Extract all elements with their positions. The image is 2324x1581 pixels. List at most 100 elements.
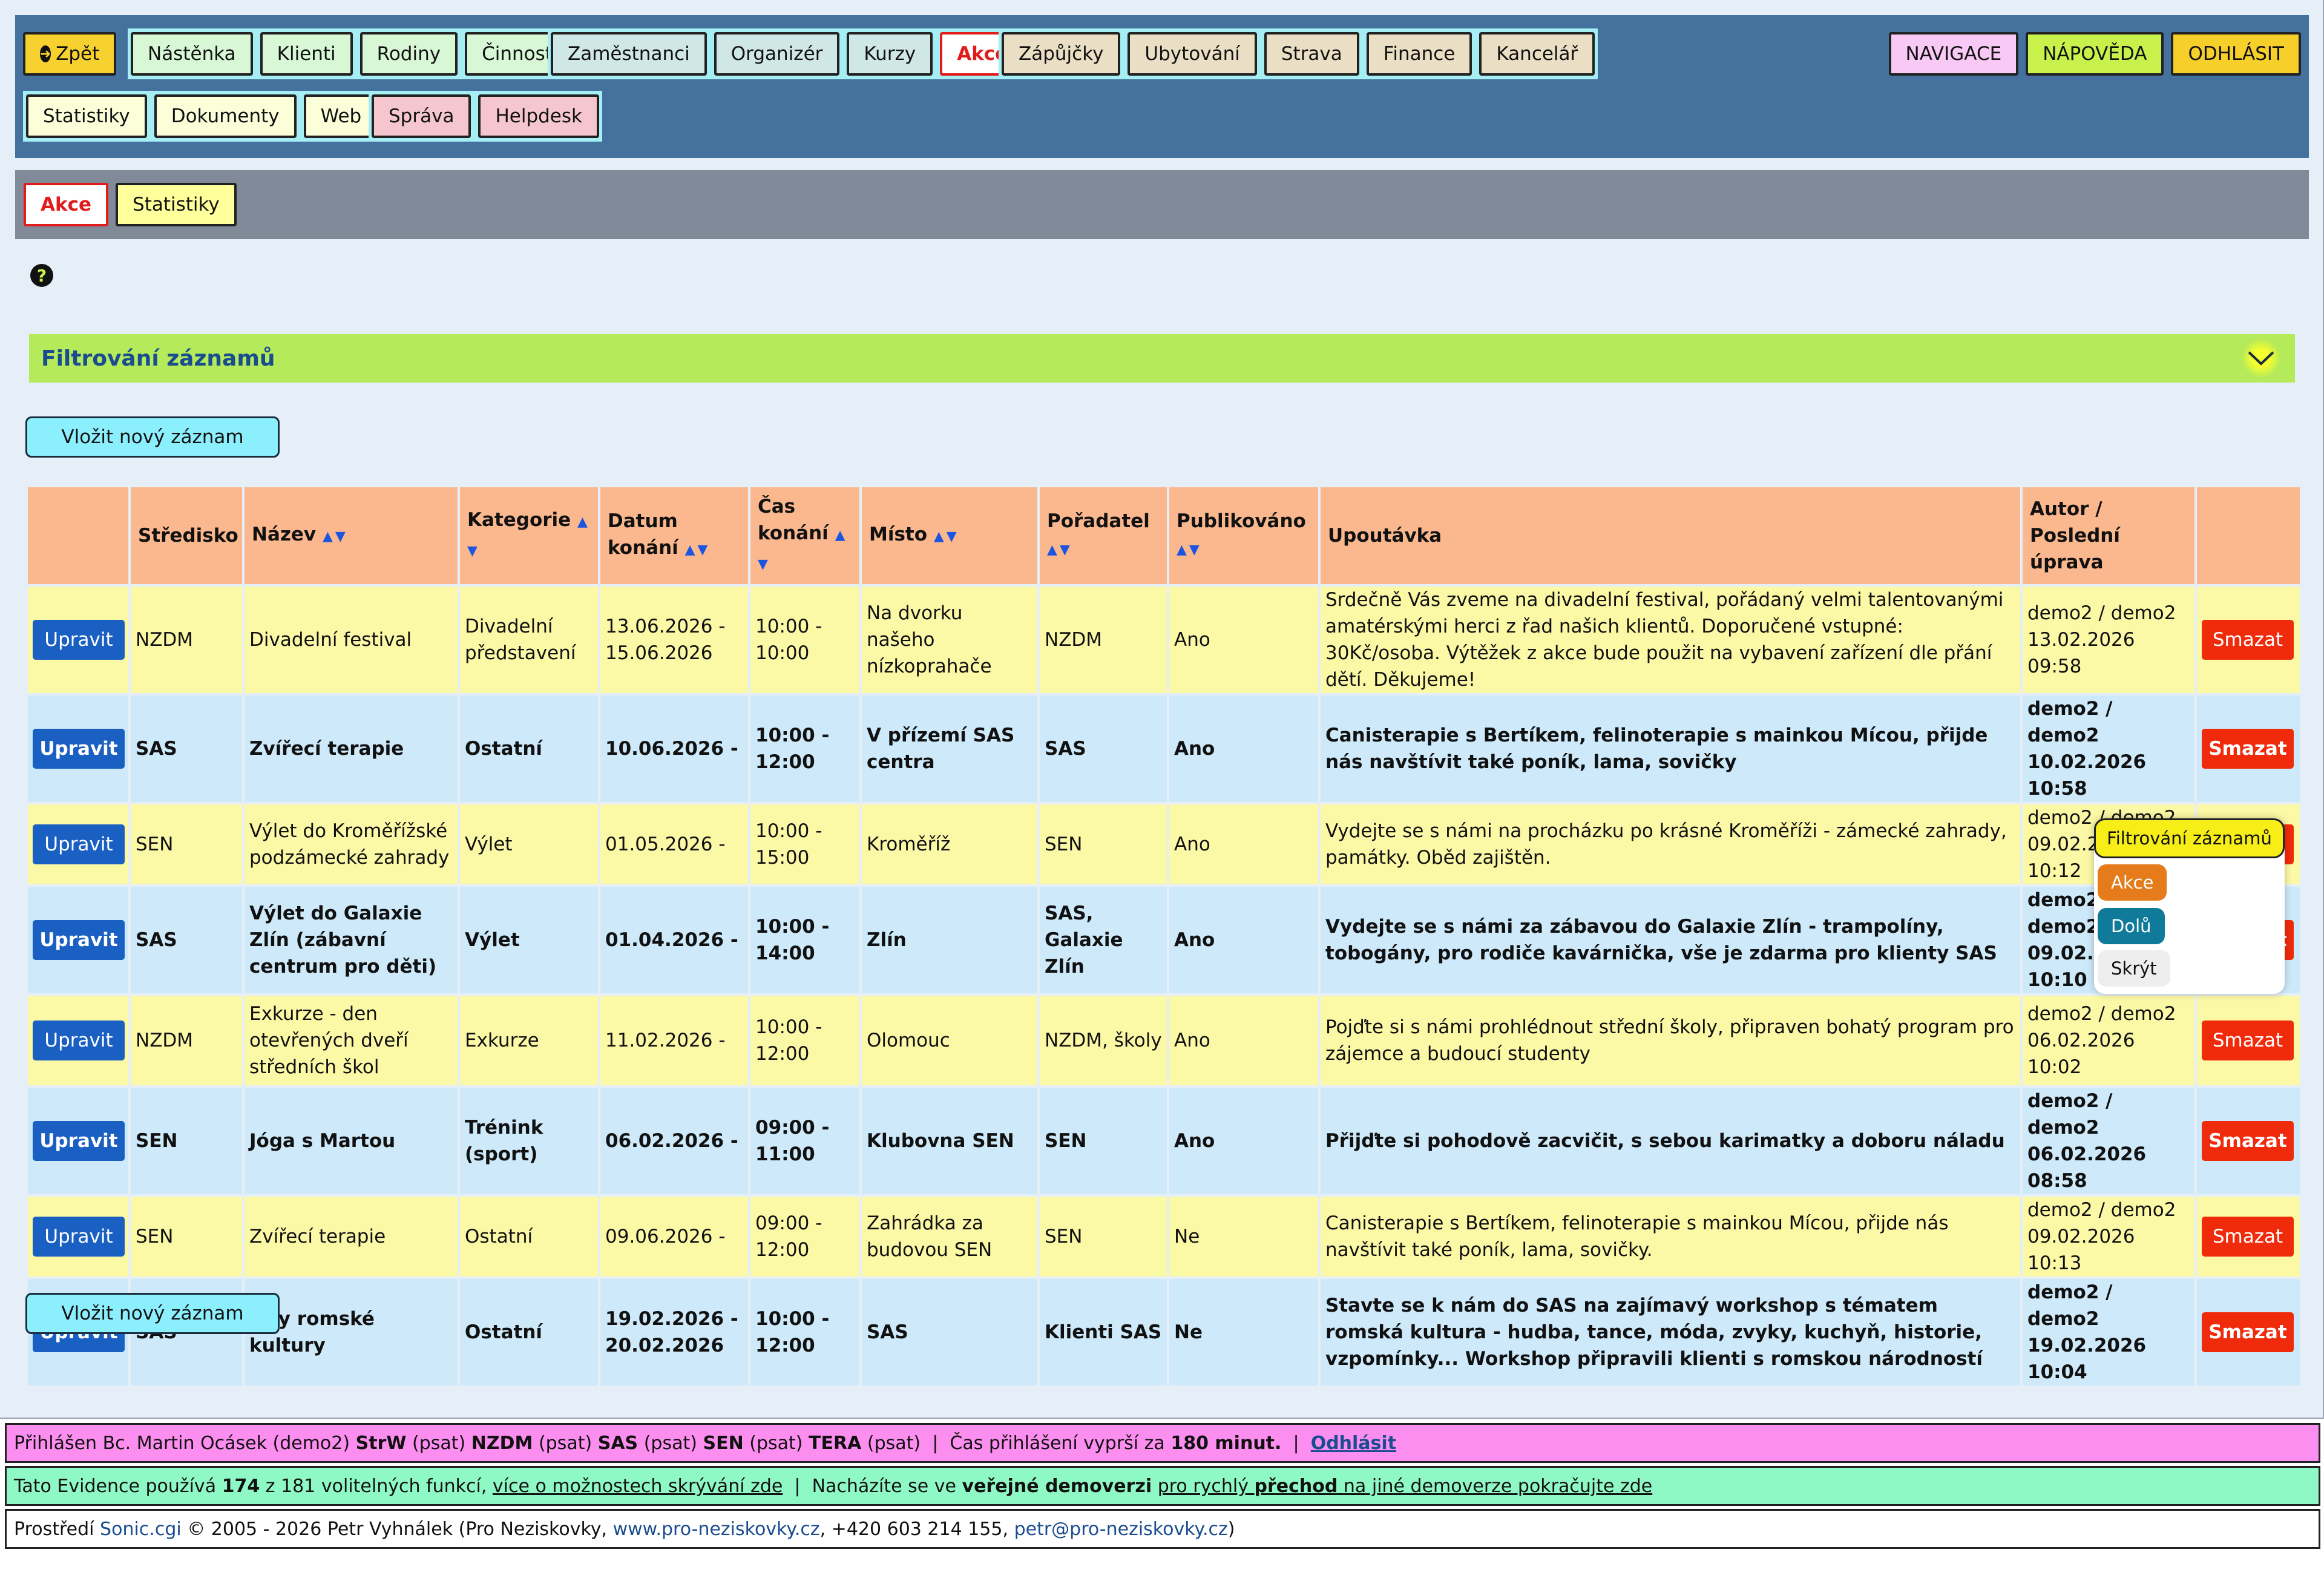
cell-poradatel: NZDM [1040,587,1167,693]
floating-skryt-button[interactable]: Skrýt [2098,950,2170,987]
nav-klienti[interactable]: Klienti [260,32,353,76]
add-record-button-top[interactable]: Vložit nový záznam [25,416,280,458]
subnav-akce[interactable]: Akce [24,183,109,226]
nav-strava[interactable]: Strava [1264,32,1359,76]
header-poradatel: Pořadatel ▲▼ [1040,487,1167,584]
website-link[interactable]: www.pro-neziskovky.cz [613,1519,820,1540]
nav-navigace-button[interactable]: NAVIGACE [1888,32,2019,76]
nav-odhlasit-button[interactable]: ODHLÁSIT [2171,32,2301,76]
nav-kurzy[interactable]: Kurzy [847,32,933,76]
product-link[interactable]: Sonic.cgi [100,1519,182,1540]
subnav-statistiky[interactable]: Statistiky [116,183,237,226]
other-demo-link[interactable]: pro rychlý přechod na jiné demoverze pok… [1158,1476,1653,1497]
role-mode: (psat) [538,1432,592,1454]
cell-cas: 09:00 - 11:00 [750,1088,859,1194]
header-stredisko: Středisko [131,487,242,584]
cell-edit: Upravit [28,695,128,802]
cell-poradatel: SAS [1040,695,1167,802]
nav-organizer[interactable]: Organizér [714,32,840,76]
add-record-button-bottom[interactable]: Vložit nový záznam [25,1293,280,1334]
cell-misto: Olomouc [862,996,1037,1085]
edit-button[interactable]: Upravit [33,620,125,660]
cell-stredisko: SAS [131,887,242,993]
nav-statistiky[interactable]: Statistiky [26,94,147,138]
edit-button[interactable]: Upravit [33,920,125,960]
nav-web[interactable]: Web [303,94,379,138]
cell-misto: Zlín [862,887,1037,993]
cell-kategorie: Výlet [460,887,598,993]
nav-zamestnanci[interactable]: Zaměstnanci [551,32,707,76]
cell-publikovano: Ano [1169,587,1318,693]
cell-datum: 01.05.2026 - [600,804,748,884]
nav-group-right: NAVIGACE NÁPOVĚDA ODHLÁSIT [1888,28,2301,79]
nav-group-admin: Správa Helpdesk [369,91,602,142]
edit-button[interactable]: Upravit [33,729,125,769]
floating-dolu-button[interactable]: Dolů [2098,908,2165,944]
delete-button[interactable]: Smazat [2202,620,2294,660]
cell-cas: 10:00 - 10:00 [750,587,859,693]
floating-akce-button[interactable]: Akce [2098,864,2167,901]
role-name: NZDM [471,1432,533,1454]
nav-zapujcky[interactable]: Zápůjčky [1002,32,1121,76]
sort-arrows-icon[interactable]: ▲▼ [1047,542,1072,557]
cell-datum: 06.02.2026 - [600,1088,748,1194]
cell-cas: 10:00 - 12:00 [750,695,859,802]
phone-text: , +420 603 214 155, [819,1518,1009,1540]
back-button[interactable]: ➜ Zpět [23,32,116,76]
filter-bar[interactable]: Filtrování záznamů [29,334,2295,383]
cell-cas: 10:00 - 15:00 [750,804,859,884]
header-actions [28,487,128,584]
nav-dokumenty[interactable]: Dokumenty [154,94,297,138]
help-icon[interactable]: ? [30,264,53,287]
nav-sprava[interactable]: Správa [372,94,471,138]
cell-upoutavka: Canisterapie s Bertíkem, felinoterapie s… [1321,1197,2020,1277]
cell-kategorie: Divadelní představení [460,587,598,693]
cell-datum: 01.04.2026 - [600,887,748,993]
sort-arrows-icon[interactable]: ▲▼ [323,529,348,544]
header-upoutavka: Upoutávka [1321,487,2020,584]
cell-kategorie: Ostatní [460,695,598,802]
cell-cas: 09:00 - 12:00 [750,1197,859,1277]
nav-kancelar[interactable]: Kancelář [1479,32,1595,76]
cell-upoutavka: Přijďte si pohodově zacvičit, s sebou ka… [1321,1088,2020,1194]
floating-filter-button[interactable]: Filtrování záznamů [2094,818,2285,858]
copyright-prefix: Prostředí [14,1518,94,1540]
cell-stredisko: SEN [131,1197,242,1277]
sort-arrows-icon[interactable]: ▲▼ [934,529,959,544]
nav-nastenka[interactable]: Nástěnka [131,32,253,76]
edit-button[interactable]: Upravit [33,1021,125,1060]
sort-arrows-icon[interactable]: ▲▼ [685,542,711,557]
hiding-options-link[interactable]: více o možnostech skrývání zde [493,1476,783,1497]
email-link[interactable]: petr@pro-neziskovky.cz [1014,1519,1228,1540]
delete-button[interactable]: Smazat [2202,729,2294,769]
expiry-text: Čas přihlášení vyprší za [950,1432,1165,1454]
cell-publikovano: Ano [1169,695,1318,802]
nav-rodiny[interactable]: Rodiny [359,32,458,76]
edit-button[interactable]: Upravit [33,1121,125,1161]
cell-edit: Upravit [28,887,128,993]
back-label: Zpět [56,43,100,65]
delete-button[interactable]: Smazat [2202,1312,2294,1352]
demo-label: veřejné demoverzi [962,1475,1152,1497]
nav-finance[interactable]: Finance [1366,32,1472,76]
role-mode: (psat) [643,1432,697,1454]
nav-napoveda-button[interactable]: NÁPOVĚDA [2026,32,2164,76]
sort-arrows-icon[interactable]: ▲▼ [1177,542,1202,557]
login-user: Přihlášen Bc. Martin Ocásek (demo2) [14,1432,350,1454]
copyright-text: © 2005 - 2026 Petr Vyhnálek (Pro Nezisko… [187,1518,608,1540]
nav-ubytovani[interactable]: Ubytování [1128,32,1257,76]
edit-button[interactable]: Upravit [33,824,125,864]
chevron-down-icon[interactable] [2242,339,2280,378]
delete-button[interactable]: Smazat [2202,1021,2294,1060]
role-name: StrW [355,1432,407,1454]
cell-publikovano: Ne [1169,1279,1318,1385]
delete-button[interactable]: Smazat [2202,1217,2294,1257]
edit-button[interactable]: Upravit [33,1217,125,1257]
footer-logout-link[interactable]: Odhlásit [1311,1433,1396,1454]
nav-helpdesk[interactable]: Helpdesk [478,94,599,138]
cell-edit: Upravit [28,587,128,693]
cell-publikovano: Ano [1169,804,1318,884]
table-row: Upravit SEN Jóga s Martou Trénink (sport) 06… [28,1088,2300,1194]
cell-upoutavka: Pojďte si s námi prohlédnout střední ško… [1321,996,2020,1085]
delete-button[interactable]: Smazat [2202,1121,2294,1161]
